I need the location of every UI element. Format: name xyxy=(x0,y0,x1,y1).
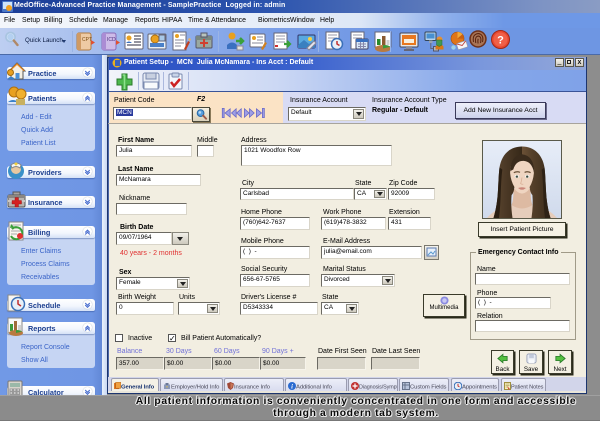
svg-text:ICD: ICD xyxy=(107,37,116,43)
svg-text:CPT: CPT xyxy=(82,37,92,43)
svg-text:i: i xyxy=(291,383,293,390)
svg-text:?: ? xyxy=(497,35,504,47)
